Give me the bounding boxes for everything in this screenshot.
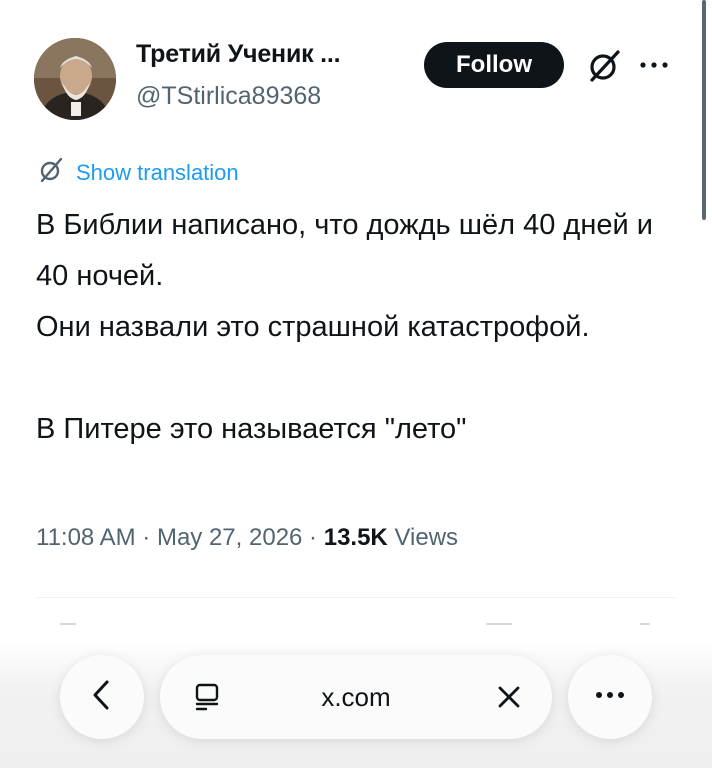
view-count: 13.5K — [323, 524, 388, 551]
show-translation-link[interactable]: Show translation — [36, 155, 239, 191]
back-button[interactable] — [60, 655, 144, 739]
action-bar-hint — [640, 623, 650, 625]
action-bar-hint — [486, 623, 512, 625]
tweet-date[interactable]: May 27, 2026 — [157, 524, 302, 551]
author-name[interactable]: Третий Ученик ... — [136, 40, 341, 69]
chevron-left-icon — [87, 677, 117, 718]
views-label: Views — [394, 524, 459, 551]
follow-button[interactable]: Follow — [424, 42, 564, 88]
tweet-text-line: В Библии написано, что дождь шёл 40 дней… — [36, 209, 653, 292]
more-horizontal-icon — [592, 688, 628, 706]
grok-icon — [36, 155, 66, 191]
author-avatar[interactable] — [34, 38, 116, 120]
tweet-text-line: Они назвали это страшной катастрофой. — [36, 311, 590, 343]
meta-separator: · — [302, 524, 324, 551]
action-bar-hint — [60, 623, 76, 625]
url-text: x.com — [321, 681, 391, 712]
meta-separator: · — [135, 524, 157, 551]
page-scrollbar[interactable] — [702, 0, 706, 220]
tweet-text: В Библии написано, что дождь шёл 40 дней… — [36, 200, 686, 455]
close-icon[interactable] — [496, 684, 522, 710]
more-options-icon[interactable] — [636, 50, 672, 80]
reader-mode-icon[interactable] — [192, 682, 222, 712]
divider — [36, 597, 676, 598]
tweet-text-line: В Питере это называется "лето" — [36, 413, 467, 445]
show-translation-label: Show translation — [76, 160, 239, 185]
tweet-time[interactable]: 11:08 AM — [36, 524, 136, 551]
tweet-metadata: 11:08 AM · May 27, 2026 · 13.5K Views — [36, 524, 458, 552]
grok-icon[interactable] — [584, 46, 624, 86]
author-handle[interactable]: @TStirlica89368 — [136, 82, 321, 111]
browser-menu-button[interactable] — [568, 655, 652, 739]
address-bar[interactable]: x.com — [160, 655, 552, 739]
